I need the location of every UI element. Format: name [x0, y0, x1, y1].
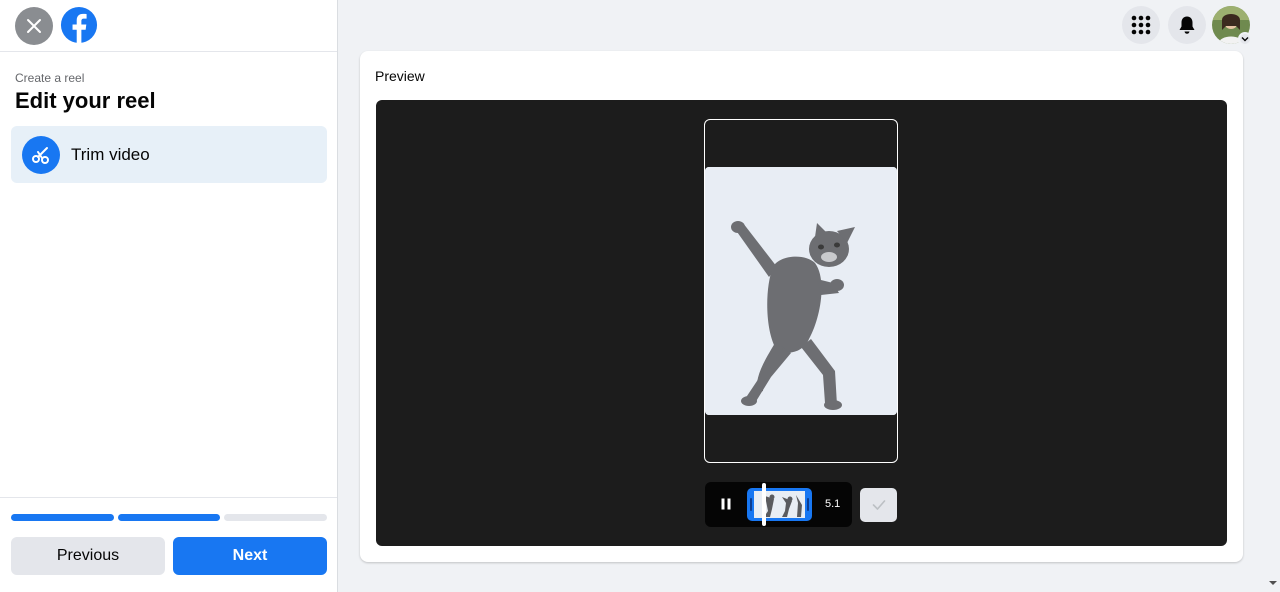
account-chevron[interactable] [1238, 32, 1252, 46]
check-icon [872, 500, 885, 510]
sidebar: Create a reel Edit your reel Trim video … [0, 0, 338, 592]
sidebar-footer: Previous Next [0, 497, 337, 592]
playhead[interactable] [762, 483, 766, 526]
progress-step-3 [224, 514, 328, 521]
notifications-button[interactable] [1168, 6, 1206, 44]
menu-button[interactable] [1122, 6, 1160, 44]
preview-stage: 5.1 [376, 100, 1227, 546]
scissors-icon [22, 135, 60, 174]
trim-handle-left[interactable] [750, 498, 752, 511]
pause-button[interactable] [717, 495, 735, 513]
step-progress [11, 514, 328, 521]
progress-step-1 [11, 514, 114, 521]
close-button[interactable] [15, 7, 53, 45]
confirm-trim-button[interactable] [860, 488, 897, 522]
dancing-cat-image [705, 167, 897, 415]
sidebar-header [0, 0, 337, 52]
playback-controls: 5.1 [705, 482, 852, 527]
trim-video-item[interactable]: Trim video [11, 126, 327, 183]
progress-step-2 [117, 514, 221, 521]
bell-icon [1179, 16, 1195, 34]
facebook-logo-icon[interactable] [60, 6, 98, 44]
trim-range-selector[interactable] [747, 488, 812, 521]
trim-duration: 5.1 [825, 498, 841, 510]
preview-card: Preview 5.1 [360, 51, 1243, 562]
video-preview[interactable] [705, 167, 897, 415]
close-icon [27, 19, 41, 33]
trim-handle-right[interactable] [807, 498, 809, 511]
trim-video-label: Trim video [71, 144, 150, 164]
preview-title: Preview [375, 68, 425, 84]
menu-grid-icon [1131, 15, 1151, 35]
previous-button[interactable]: Previous [11, 537, 165, 575]
chevron-down-icon [1241, 37, 1249, 42]
next-button[interactable]: Next [173, 537, 327, 575]
breadcrumb: Create a reel [15, 71, 85, 85]
pause-icon [721, 498, 731, 510]
page-title: Edit your reel [15, 88, 156, 113]
scroll-down-arrow-icon[interactable] [1268, 578, 1278, 588]
